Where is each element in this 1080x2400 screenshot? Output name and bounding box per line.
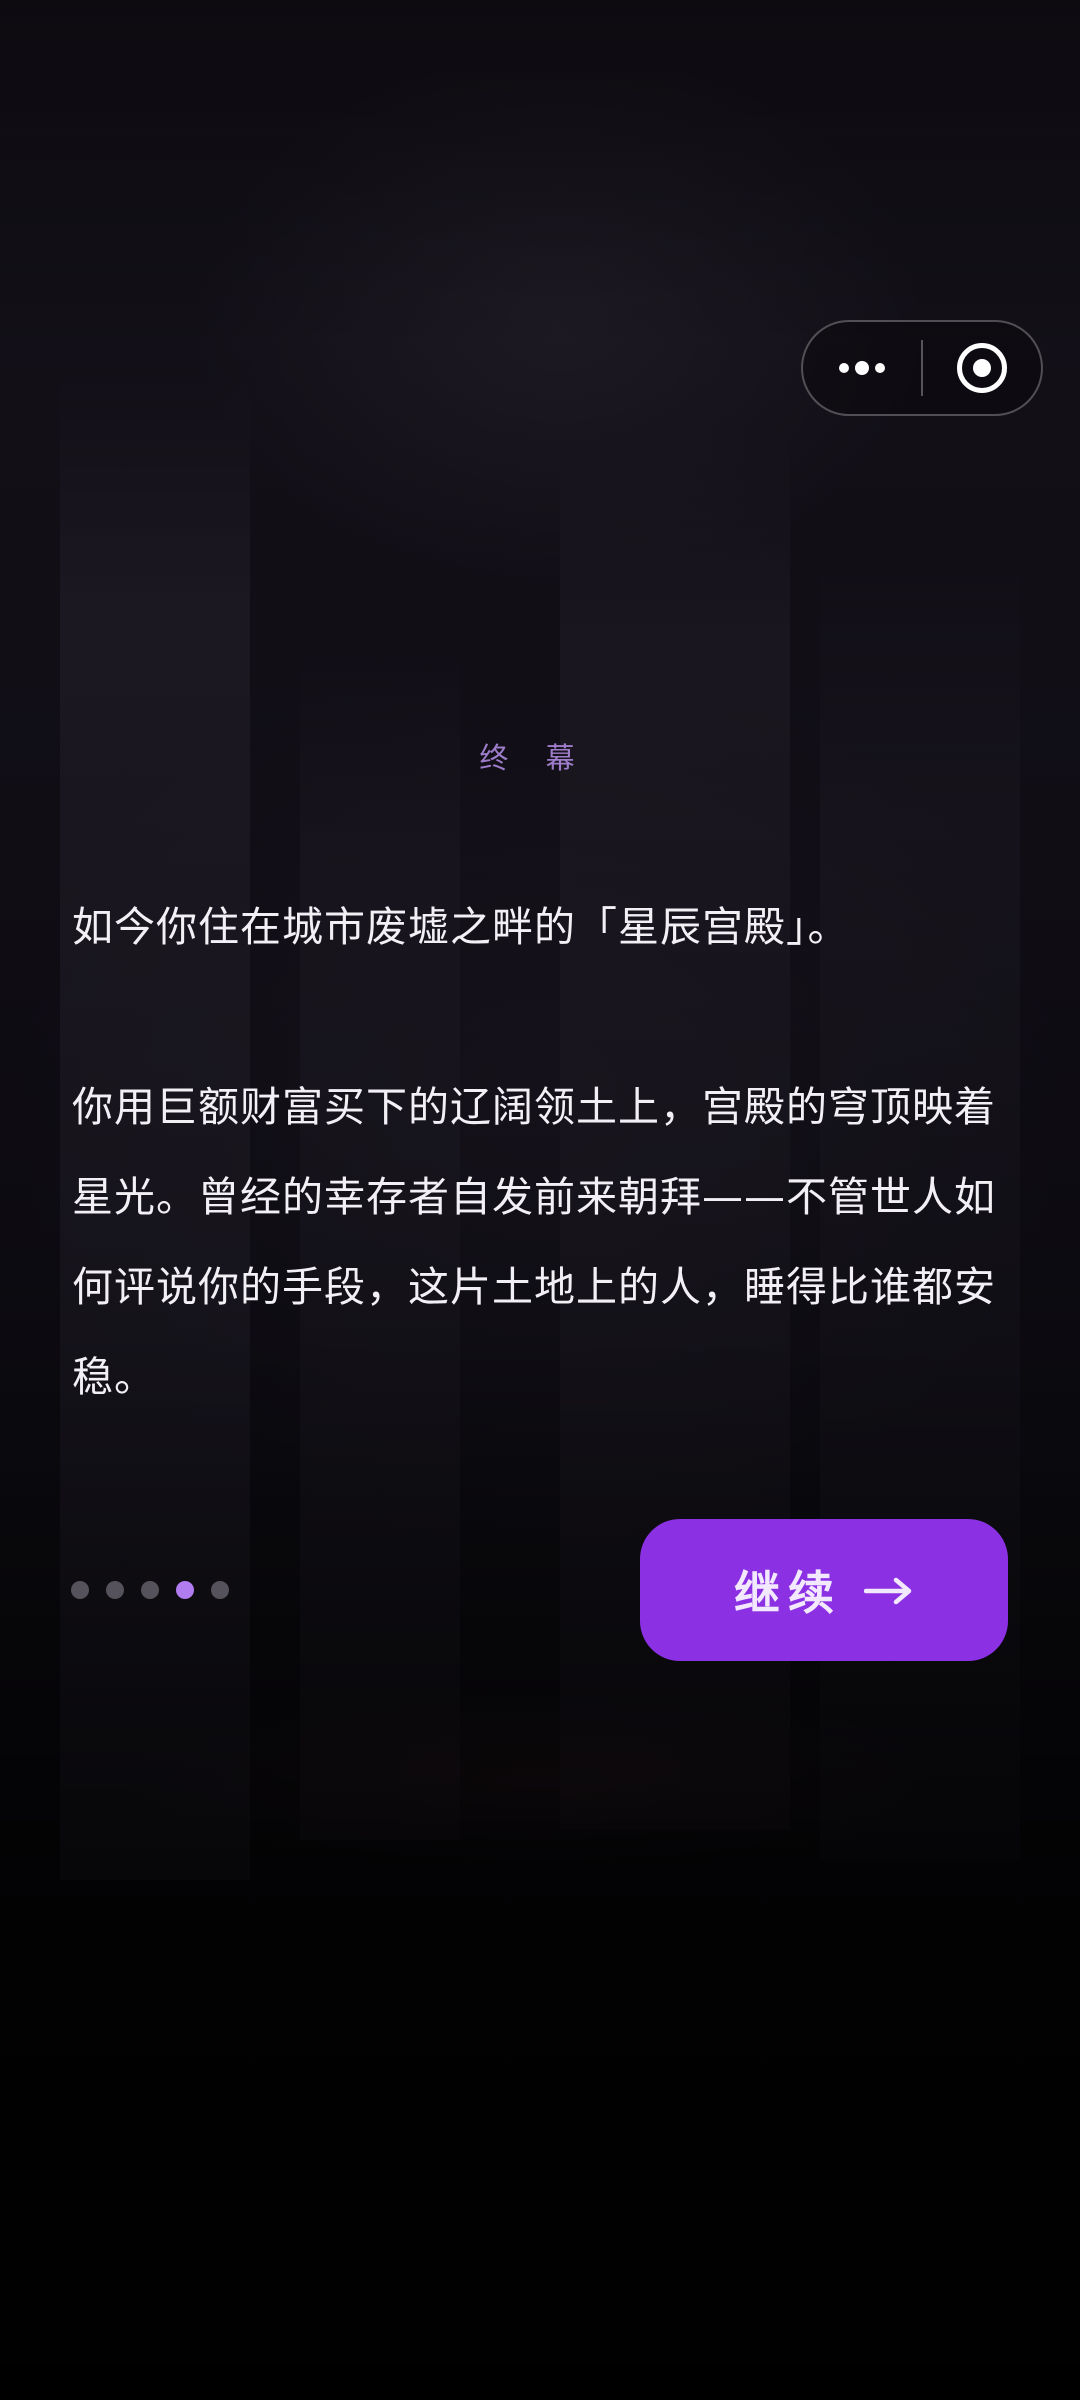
more-button[interactable] — [803, 322, 921, 414]
story-paragraph: 你用巨额财富买下的辽阔领土上，宫殿的穹顶映着星光。曾经的幸存者自发前来朝拜——不… — [72, 1083, 996, 1401]
close-button[interactable] — [923, 322, 1041, 414]
progress-dot — [71, 1581, 89, 1599]
progress-dot — [141, 1581, 159, 1599]
continue-button[interactable]: 继续 — [640, 1519, 1008, 1661]
page-progress-indicator — [71, 1579, 229, 1601]
progress-dot — [211, 1581, 229, 1599]
story-paragraph: 如今你住在城市废墟之畔的「星辰宫殿」。 — [72, 903, 850, 951]
continue-label: 继续 — [734, 1567, 842, 1619]
ending-screen: 终 幕 如今你住在城市废墟之畔的「星辰宫殿」。 你用巨额财富买下的辽阔领土上，宫… — [0, 0, 1080, 2400]
background-glow — [0, 1650, 1080, 1910]
progress-dot — [106, 1581, 124, 1599]
progress-dot-active — [176, 1581, 194, 1599]
mini-program-capsule — [801, 320, 1043, 416]
arrow-right-icon — [863, 1563, 914, 1617]
story-text: 如今你住在城市废墟之畔的「星辰宫殿」。 你用巨额财富买下的辽阔领土上，宫殿的穹顶… — [72, 882, 1012, 1422]
more-dots-icon — [839, 361, 885, 375]
target-close-icon — [956, 343, 1007, 393]
chapter-label: 终 幕 — [479, 741, 589, 775]
